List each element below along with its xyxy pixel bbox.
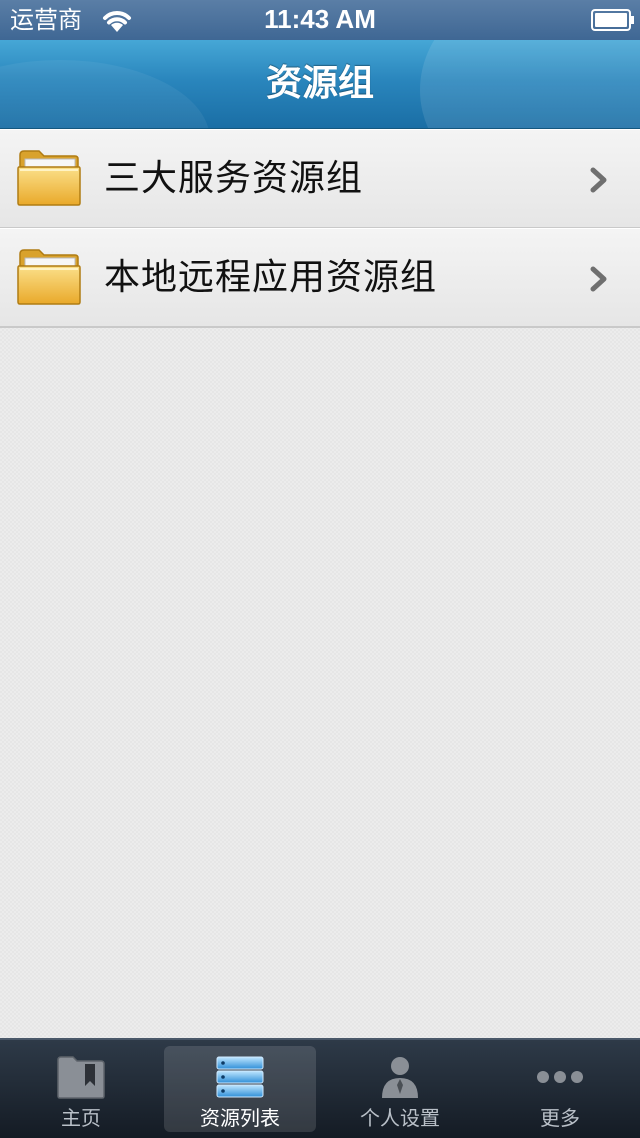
tab-label: 资源列表 [200,1106,280,1130]
tab-label: 个人设置 [360,1106,440,1130]
tab-personal-settings[interactable]: 个人设置 [324,1046,476,1132]
chevron-right-icon [590,266,607,292]
list-item-resource-group[interactable]: 三大服务资源组 [0,129,640,229]
chevron-right-icon [590,167,607,193]
tab-more[interactable]: 更多 [484,1046,636,1132]
folder-icon [17,150,81,206]
more-dots-icon [537,1071,583,1083]
server-stack-icon [216,1056,264,1098]
tab-home[interactable]: 主页 [5,1046,157,1132]
folder-icon [17,249,81,305]
tab-label: 主页 [61,1106,101,1130]
person-icon [382,1057,418,1098]
list-item-resource-group[interactable]: 本地远程应用资源组 [0,228,640,328]
list-item-label: 本地远程应用资源组 [104,257,438,298]
battery-icon [591,9,634,31]
status-time: 11:43 AM [264,4,376,34]
tab-resource-list[interactable]: 资源列表 [164,1046,316,1132]
status-bar: 运营商 11:43 AM [0,0,640,40]
list-item-label: 三大服务资源组 [104,158,364,199]
page-title: 资源组 [265,63,374,104]
tab-label: 更多 [540,1106,580,1130]
navigation-bar: 资源组 [0,40,640,129]
bookmark-folder-icon [57,1056,105,1099]
resource-group-list: 三大服务资源组 本地远程应用资源组 [0,129,640,1038]
tab-bar: 主页 资源列表 个人设置 更多 [0,1038,640,1138]
